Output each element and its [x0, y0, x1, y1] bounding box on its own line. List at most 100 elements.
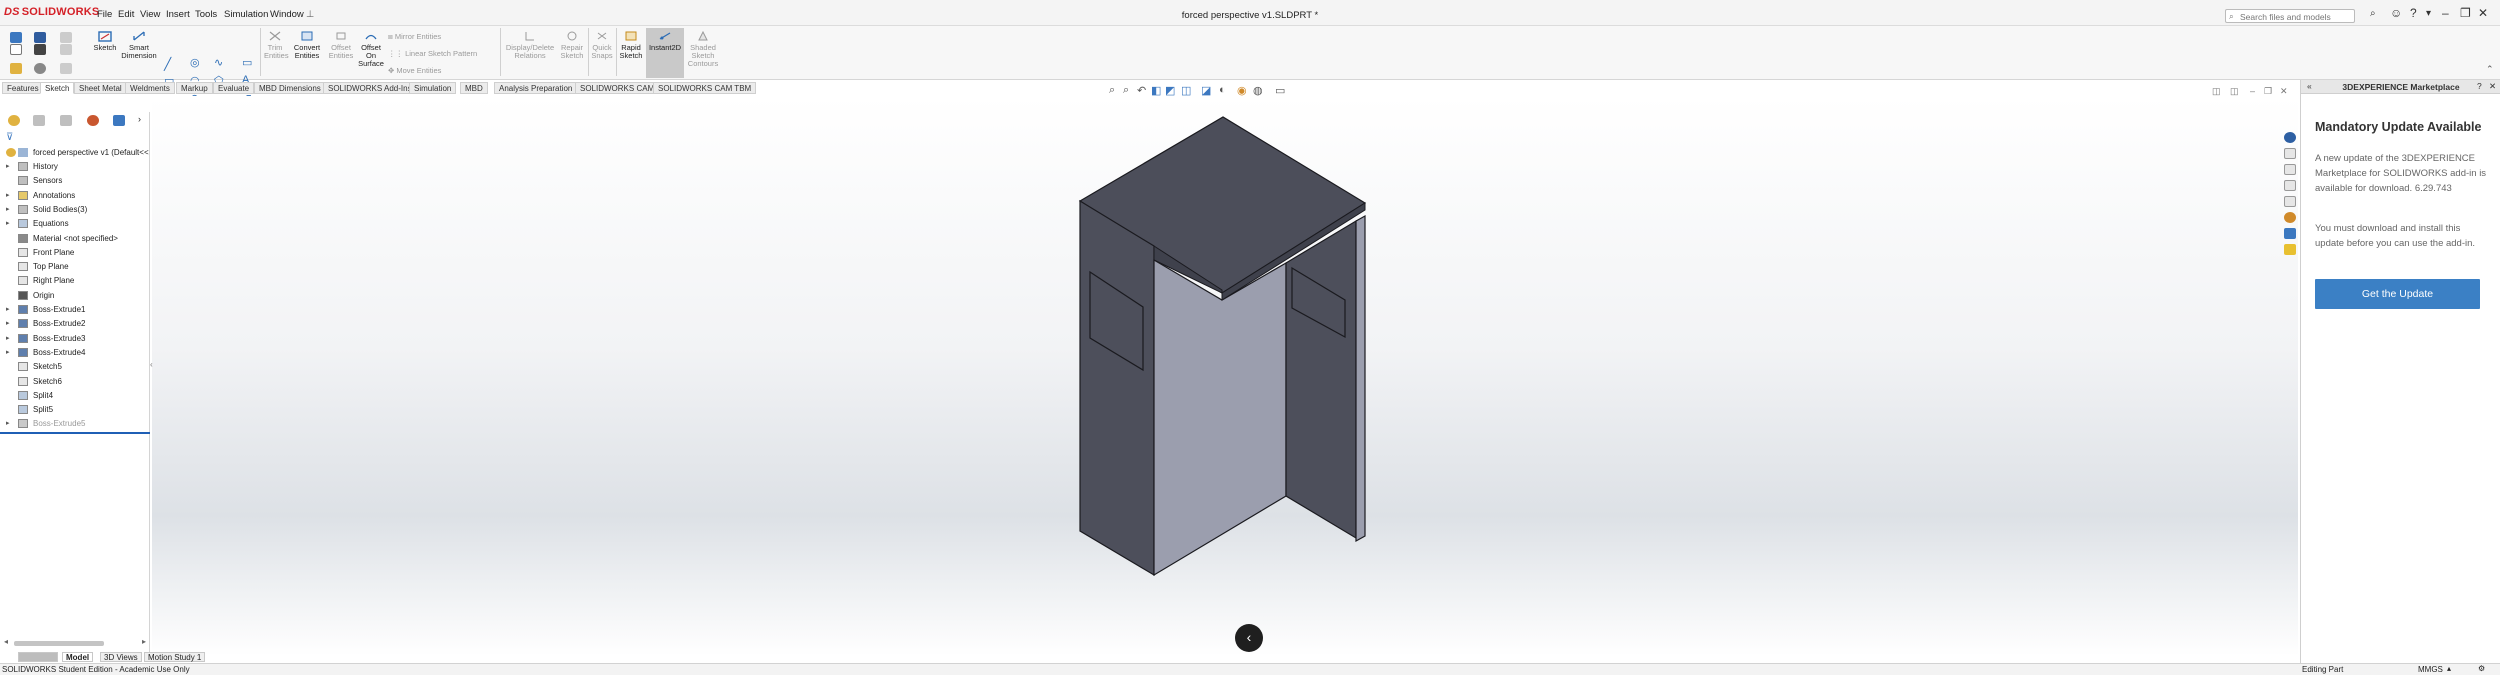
forum-icon[interactable]: [2284, 244, 2296, 255]
tab-3d-views[interactable]: 3D Views: [100, 652, 142, 662]
tree-item[interactable]: Sketch6: [0, 375, 150, 389]
search-input[interactable]: ⌕ Search files and models: [2225, 9, 2355, 23]
rebuild-icon[interactable]: [60, 63, 72, 74]
tree-item[interactable]: ▸ Solid Bodies(3): [0, 203, 150, 217]
view-settings-icon[interactable]: ▭: [1275, 84, 1285, 97]
rapid-sketch-button[interactable]: Rapid Sketch: [618, 30, 644, 60]
custom-properties-icon[interactable]: [2284, 228, 2296, 239]
instant2d-button[interactable]: Instant2D: [646, 28, 684, 78]
tree-item[interactable]: Right Plane: [0, 274, 150, 288]
help-icon[interactable]: ?: [2410, 6, 2417, 20]
previous-view-icon[interactable]: ↶: [1137, 84, 1146, 97]
tab-sheet-metal[interactable]: Sheet Metal: [74, 82, 127, 94]
tab-analysis-preparation[interactable]: Analysis Preparation: [494, 82, 578, 94]
mirror-entities-button[interactable]: ⧈ Mirror Entities: [388, 33, 441, 41]
menu-file[interactable]: File: [97, 9, 112, 20]
tab-scroll-buttons[interactable]: [18, 652, 58, 662]
tree-horizontal-scrollbar[interactable]: ◂ ▸: [4, 637, 146, 647]
tab-sketch[interactable]: Sketch: [40, 82, 75, 94]
tree-item[interactable]: ▸ Annotations: [0, 189, 150, 203]
close-icon[interactable]: ✕: [2478, 6, 2488, 20]
expand-caret-icon[interactable]: ▸: [6, 219, 10, 227]
print-icon[interactable]: [34, 44, 46, 55]
3d-model[interactable]: [1070, 110, 1370, 580]
tab-markup[interactable]: Markup: [176, 82, 213, 94]
tree-item[interactable]: ▸ Boss-Extrude2: [0, 317, 150, 331]
fm-arrow-icon[interactable]: ›: [138, 114, 141, 124]
configuration-manager-icon[interactable]: [60, 115, 72, 126]
appearances-icon[interactable]: [2284, 212, 2296, 223]
display-delete-relations-button[interactable]: Display/Delete Relations: [504, 30, 556, 60]
panel-help-icon[interactable]: ?: [2477, 81, 2482, 91]
new-file-icon[interactable]: [10, 44, 22, 55]
options-icon[interactable]: [34, 63, 46, 74]
fm-collapse-icon[interactable]: ‹: [150, 360, 153, 369]
tree-item[interactable]: Front Plane: [0, 246, 150, 260]
panel-pin-icon[interactable]: ✕: [2489, 81, 2496, 92]
menu-simulation[interactable]: Simulation: [224, 9, 268, 20]
tab-mbd-dimensions[interactable]: MBD Dimensions: [254, 82, 326, 94]
minimize-icon[interactable]: –: [2442, 6, 2449, 20]
open-icon[interactable]: [10, 63, 22, 74]
offset-entities-button[interactable]: Offset Entities: [326, 30, 356, 60]
tree-item[interactable]: Sensors: [0, 174, 150, 188]
scroll-left-icon[interactable]: ◂: [4, 637, 8, 646]
tree-item[interactable]: Split4: [0, 389, 150, 403]
edit-appearance-icon[interactable]: ◉: [1237, 84, 1247, 97]
repair-sketch-button[interactable]: Repair Sketch: [558, 30, 586, 60]
menu-window[interactable]: Window: [270, 9, 304, 20]
status-options-icon[interactable]: ⚙: [2478, 664, 2485, 673]
apply-scene-icon[interactable]: ◍: [1253, 84, 1263, 97]
tree-item[interactable]: Material <not specified>: [0, 232, 150, 246]
feature-manager-icon[interactable]: [8, 115, 20, 126]
dropdown-icon[interactable]: ▾: [2426, 8, 2431, 19]
section-view-icon[interactable]: ◧: [1151, 84, 1161, 97]
tree-item[interactable]: ▸ Boss-Extrude3: [0, 332, 150, 346]
dynamic-annotation-icon[interactable]: ◩: [1165, 84, 1175, 97]
rollback-bar[interactable]: [0, 432, 150, 434]
shaded-sketch-contours-button[interactable]: Shaded Sketch Contours: [686, 30, 720, 68]
dimxpert-icon[interactable]: [87, 115, 99, 126]
viewport-tile-icon[interactable]: ◫: [2212, 86, 2221, 97]
move-entities-button[interactable]: ✥ Move Entities: [388, 67, 441, 75]
menu-edit[interactable]: Edit: [118, 9, 134, 20]
search-go-icon[interactable]: ⌕: [2370, 8, 2376, 19]
viewport-split-icon[interactable]: ◫: [2230, 86, 2239, 97]
resources-icon[interactable]: [2284, 148, 2296, 159]
hide-show-icon[interactable]: ◐: [1219, 84, 1226, 96]
convert-entities-button[interactable]: Convert Entities: [290, 30, 324, 60]
tree-item[interactable]: ▸ Boss-Extrude5: [0, 417, 150, 431]
undo-icon[interactable]: [60, 32, 72, 43]
expand-caret-icon[interactable]: ▸: [6, 205, 10, 213]
expand-caret-icon[interactable]: ▸: [6, 191, 10, 199]
zoom-to-area-icon[interactable]: ⌕: [1123, 84, 1129, 97]
menu-tools[interactable]: Tools: [195, 9, 217, 20]
property-manager-icon[interactable]: [33, 115, 45, 126]
tab-solidworks-cam-tbm[interactable]: SOLIDWORKS CAM TBM: [653, 82, 757, 94]
3dexperience-icon[interactable]: [2284, 132, 2296, 143]
tree-item[interactable]: ▸ History: [0, 160, 150, 174]
menu-view[interactable]: View: [140, 9, 160, 20]
panel-collapse-icon[interactable]: «: [2307, 81, 2312, 91]
tree-item[interactable]: Sketch5: [0, 360, 150, 374]
scroll-right-icon[interactable]: ▸: [142, 637, 146, 646]
tree-item[interactable]: ▸ Boss-Extrude1: [0, 303, 150, 317]
menu-insert[interactable]: Insert: [166, 9, 190, 20]
home-icon[interactable]: [10, 32, 22, 43]
file-explorer-icon[interactable]: [2284, 180, 2296, 191]
tree-root[interactable]: forced perspective v1 (Default<<: [0, 146, 150, 160]
expand-caret-icon[interactable]: ▸: [6, 305, 10, 313]
tab-weldments[interactable]: Weldments: [125, 82, 175, 94]
tree-item[interactable]: Origin: [0, 289, 150, 303]
viewport-restore-icon[interactable]: ❐: [2264, 86, 2272, 97]
smart-dimension-button[interactable]: Smart Dimension: [120, 30, 158, 60]
display-style-icon[interactable]: ◪: [1201, 84, 1211, 97]
zoom-to-fit-icon[interactable]: ⌕: [1109, 84, 1115, 97]
filter-icon[interactable]: ⊽: [6, 132, 13, 143]
tab-motion-study[interactable]: Motion Study 1: [144, 652, 206, 662]
pin-icon[interactable]: ⊥: [306, 9, 314, 20]
sketch-button[interactable]: Sketch: [88, 30, 122, 52]
tab-evaluate[interactable]: Evaluate: [213, 82, 255, 94]
scroll-thumb[interactable]: [14, 641, 104, 646]
tab-mbd[interactable]: MBD: [460, 82, 488, 94]
